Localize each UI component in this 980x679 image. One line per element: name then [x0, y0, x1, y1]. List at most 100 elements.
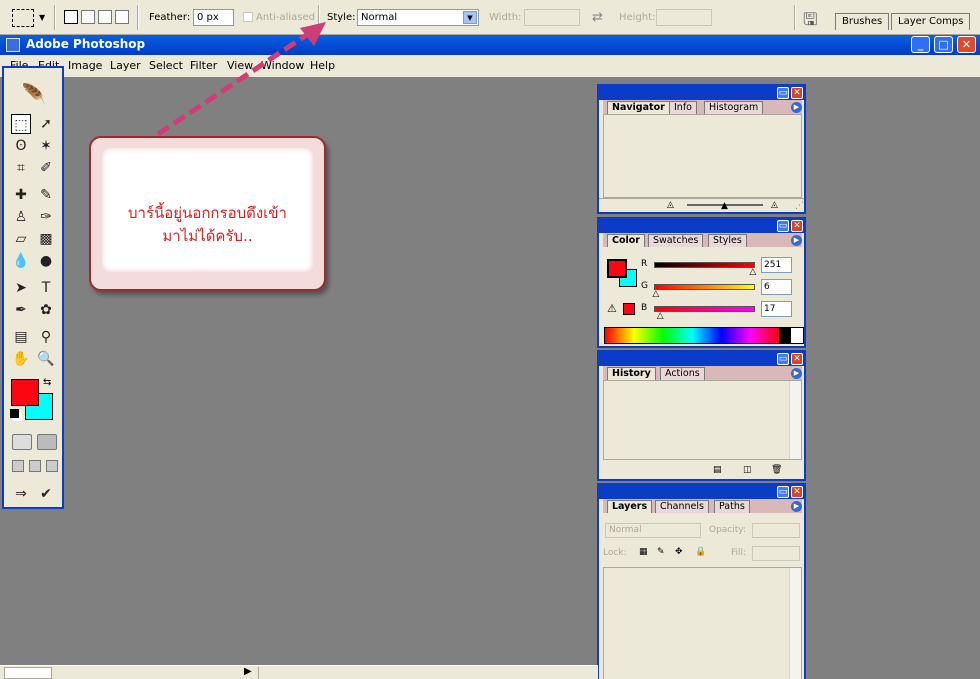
- eraser-tool-icon[interactable]: ▱: [11, 229, 31, 249]
- r-slider[interactable]: [654, 262, 755, 268]
- panel-minimize-button[interactable]: ▭: [777, 486, 789, 498]
- tab-channels[interactable]: Channels: [655, 500, 709, 513]
- tab-swatches[interactable]: Swatches: [648, 234, 704, 247]
- tab-brushes[interactable]: Brushes: [835, 13, 890, 30]
- foreground-color-swatch[interactable]: [11, 379, 39, 406]
- tab-color[interactable]: Color: [607, 234, 645, 247]
- menu-layer[interactable]: Layer: [110, 59, 141, 72]
- crop-tool-icon[interactable]: ⌗: [11, 158, 31, 178]
- tab-paths[interactable]: Paths: [714, 500, 750, 513]
- tab-histogram[interactable]: Histogram: [704, 101, 764, 114]
- lasso-tool-icon[interactable]: ʘ: [11, 136, 31, 156]
- quick-mask-mode-icon[interactable]: [37, 434, 57, 450]
- tab-layer-comps[interactable]: Layer Comps: [891, 13, 971, 30]
- b-value-input[interactable]: 17: [761, 301, 792, 317]
- status-zoom-field[interactable]: [4, 667, 52, 679]
- selection-mode-add-icon[interactable]: [81, 10, 95, 24]
- clone-stamp-tool-icon[interactable]: ♙: [11, 207, 31, 227]
- screen-mode-full-menu-icon[interactable]: [29, 460, 41, 472]
- swap-width-height-icon[interactable]: ⇄: [592, 10, 603, 25]
- slice-tool-icon[interactable]: ✐: [36, 158, 56, 178]
- gamut-warning-swatch[interactable]: [623, 303, 635, 315]
- g-slider-thumb[interactable]: △: [652, 289, 659, 299]
- preset-dropdown-icon[interactable]: ▼: [39, 13, 45, 22]
- selection-mode-intersect-icon[interactable]: [115, 10, 129, 24]
- dodge-tool-icon[interactable]: ●: [36, 251, 56, 271]
- panel-menu-icon[interactable]: ▶: [791, 235, 802, 246]
- default-colors-icon[interactable]: [10, 409, 19, 418]
- panel-close-button[interactable]: ✕: [791, 87, 803, 99]
- status-menu-arrow-icon[interactable]: ▶: [244, 666, 252, 677]
- tab-navigator[interactable]: Navigator: [607, 101, 670, 114]
- color-foreground-swatch[interactable]: [607, 259, 627, 278]
- zoom-in-icon[interactable]: ◬: [771, 200, 778, 210]
- zoom-tool-icon[interactable]: 🔍: [36, 349, 56, 369]
- blend-mode-select[interactable]: Normal: [605, 523, 701, 538]
- history-scrollbar[interactable]: [789, 381, 801, 459]
- panel-close-button[interactable]: ✕: [791, 486, 803, 498]
- b-slider-thumb[interactable]: △: [657, 311, 664, 321]
- standard-mode-icon[interactable]: [12, 434, 32, 450]
- jump-to-imageready-icon[interactable]: ⇒: [11, 484, 31, 504]
- panel-menu-icon[interactable]: ▶: [791, 368, 802, 379]
- lock-image-icon[interactable]: ✎: [657, 547, 665, 557]
- brush-tool-icon[interactable]: ✎: [36, 185, 56, 205]
- tab-history[interactable]: History: [607, 367, 656, 380]
- new-snapshot-icon[interactable]: ◫: [743, 465, 752, 475]
- delete-icon[interactable]: 🗑: [771, 465, 782, 475]
- edit-in-imageready-icon[interactable]: ✔: [36, 484, 56, 504]
- panel-close-button[interactable]: ✕: [791, 220, 803, 232]
- healing-brush-tool-icon[interactable]: ✚: [11, 185, 31, 205]
- layers-scrollbar[interactable]: [789, 568, 801, 679]
- g-slider[interactable]: [654, 284, 755, 290]
- menu-image[interactable]: Image: [68, 59, 102, 72]
- marquee-tool-preset-icon[interactable]: [12, 9, 34, 27]
- r-slider-thumb[interactable]: △: [749, 267, 756, 277]
- move-tool-icon[interactable]: ➚: [36, 114, 56, 134]
- file-browser-icon[interactable]: 🖫: [803, 7, 817, 36]
- history-brush-tool-icon[interactable]: ✑: [36, 207, 56, 227]
- resize-grip-icon[interactable]: ⋰: [795, 201, 804, 211]
- style-select[interactable]: Normal ▼: [357, 9, 479, 26]
- type-tool-icon[interactable]: T: [36, 278, 56, 298]
- lock-position-icon[interactable]: ✥: [675, 547, 683, 557]
- close-button[interactable]: ✕: [957, 36, 976, 53]
- gamut-warning-icon[interactable]: ⚠: [607, 302, 617, 315]
- magic-wand-tool-icon[interactable]: ✶: [36, 136, 56, 156]
- b-slider[interactable]: [654, 306, 755, 312]
- screen-mode-full-icon[interactable]: [46, 460, 58, 472]
- tab-actions[interactable]: Actions: [660, 367, 705, 380]
- maximize-button[interactable]: □: [934, 36, 953, 53]
- g-value-input[interactable]: 6: [761, 279, 792, 295]
- selection-mode-new-icon[interactable]: [64, 10, 78, 24]
- color-ramp[interactable]: [604, 327, 804, 344]
- lock-transparency-icon[interactable]: ▦: [639, 547, 648, 557]
- r-value-input[interactable]: 251: [761, 257, 792, 273]
- panel-minimize-button[interactable]: ▭: [777, 353, 789, 365]
- path-selection-tool-icon[interactable]: ➤: [11, 278, 31, 298]
- tab-styles[interactable]: Styles: [708, 234, 747, 247]
- selection-mode-subtract-icon[interactable]: [98, 10, 112, 24]
- pen-tool-icon[interactable]: ✒: [11, 300, 31, 320]
- swap-colors-icon[interactable]: ⇆: [43, 377, 51, 388]
- hand-tool-icon[interactable]: ✋: [11, 349, 31, 369]
- notes-tool-icon[interactable]: ▤: [11, 327, 31, 347]
- opacity-input[interactable]: [752, 523, 800, 538]
- eyedropper-tool-icon[interactable]: ⚲: [36, 327, 56, 347]
- height-input[interactable]: [656, 9, 712, 26]
- fill-input[interactable]: [752, 546, 800, 561]
- custom-shape-tool-icon[interactable]: ✿: [36, 300, 56, 320]
- zoom-slider-thumb[interactable]: ▲: [721, 201, 728, 211]
- lock-all-icon[interactable]: 🔒: [695, 547, 706, 557]
- minimize-button[interactable]: _: [911, 36, 930, 53]
- tab-info[interactable]: Info: [669, 101, 697, 114]
- panel-minimize-button[interactable]: ▭: [777, 87, 789, 99]
- zoom-out-icon[interactable]: ◬: [667, 200, 674, 210]
- panel-close-button[interactable]: ✕: [791, 353, 803, 365]
- rect-marquee-tool-icon[interactable]: ⬚: [11, 114, 31, 134]
- screen-mode-standard-icon[interactable]: [12, 460, 24, 472]
- new-document-icon[interactable]: ▤: [713, 465, 722, 475]
- panel-minimize-button[interactable]: ▭: [777, 220, 789, 232]
- panel-menu-icon[interactable]: ▶: [791, 501, 802, 512]
- gradient-tool-icon[interactable]: ▩: [36, 229, 56, 249]
